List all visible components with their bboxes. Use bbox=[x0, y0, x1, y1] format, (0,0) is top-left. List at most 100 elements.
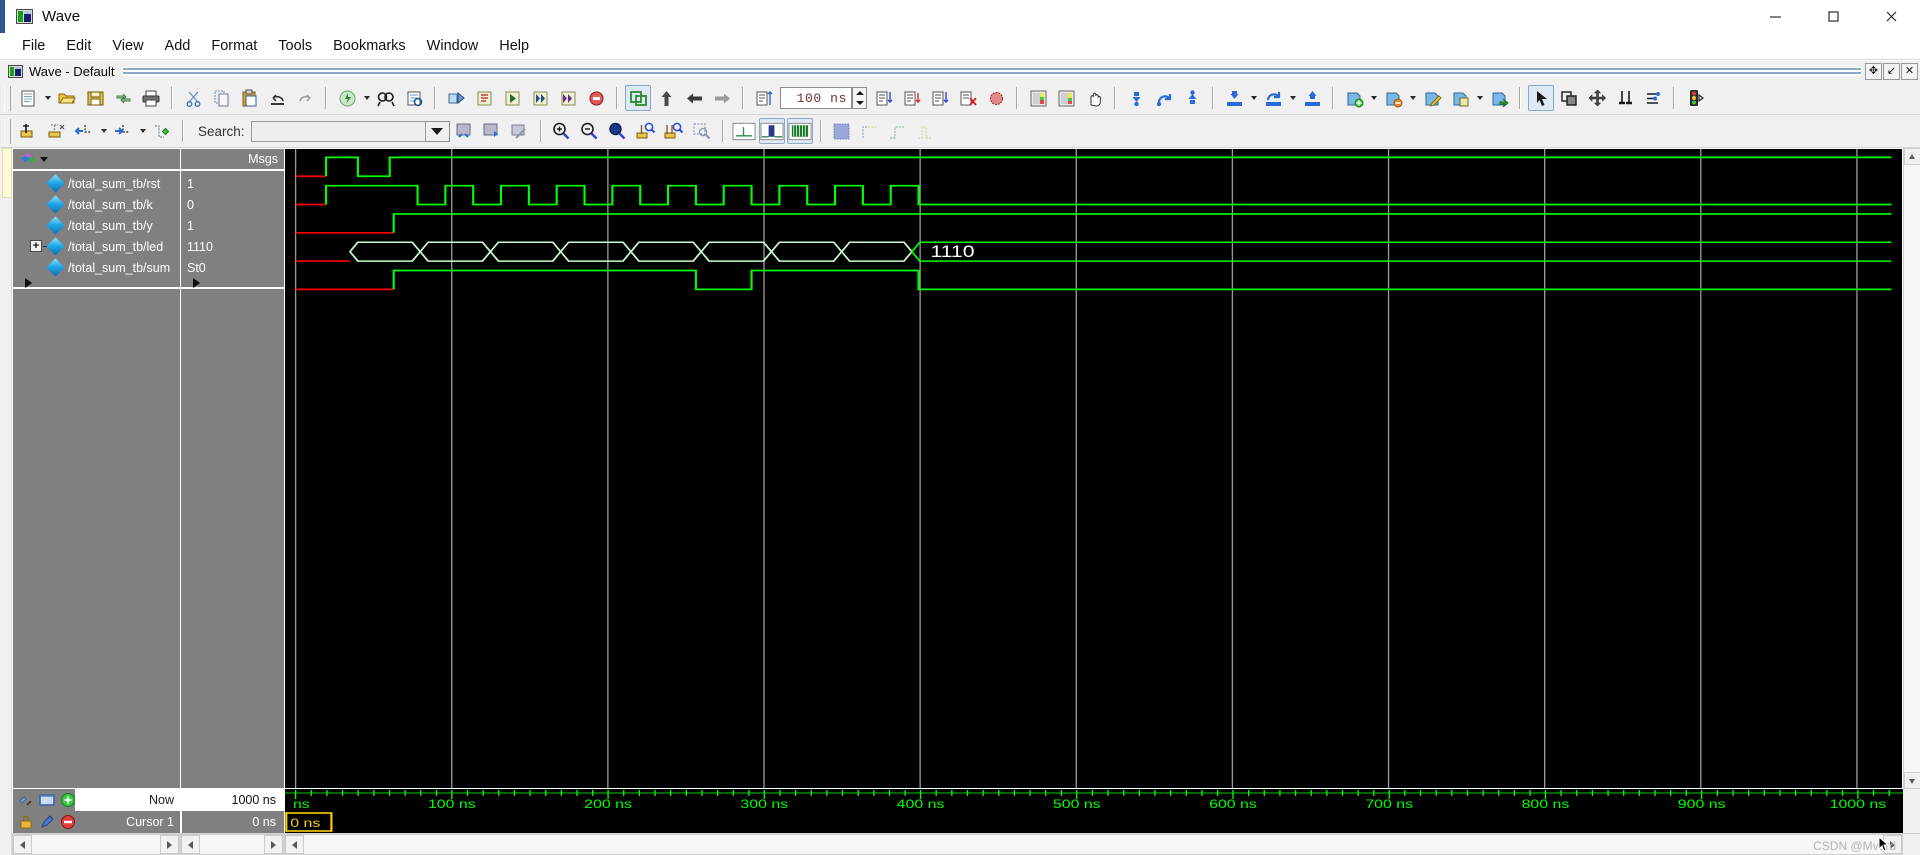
scroll-track[interactable] bbox=[200, 835, 264, 854]
wave-vertical-scrollbar[interactable] bbox=[1903, 148, 1920, 789]
menu-file[interactable]: File bbox=[12, 36, 55, 56]
step-forward-icon[interactable] bbox=[709, 85, 735, 111]
zoom-out-on-cursor-icon[interactable] bbox=[661, 118, 687, 144]
zoom-full-icon[interactable] bbox=[605, 118, 631, 144]
close-pane-button[interactable]: ✕ bbox=[1901, 63, 1918, 80]
assertions-icon[interactable] bbox=[1682, 85, 1708, 111]
coverage-save-icon[interactable] bbox=[1025, 85, 1051, 111]
scroll-up-button[interactable] bbox=[1903, 148, 1920, 165]
cursor-timeline[interactable]: 0 ns bbox=[284, 811, 1903, 833]
goto-first-icon[interactable] bbox=[1123, 85, 1149, 111]
find-in-files-icon[interactable] bbox=[401, 85, 427, 111]
scroll-track[interactable] bbox=[32, 835, 160, 854]
zoom-region-mode-icon[interactable] bbox=[1556, 85, 1582, 111]
toolbar-handle[interactable] bbox=[4, 85, 11, 111]
new-file-icon[interactable] bbox=[15, 85, 41, 111]
step-into-icon[interactable] bbox=[871, 85, 897, 111]
dataflow-loop-dropdown-icon[interactable] bbox=[1287, 85, 1298, 111]
previous-transition-dropdown-icon[interactable] bbox=[98, 118, 109, 144]
edit-cursor-icon[interactable] bbox=[39, 814, 55, 830]
pan-mode-icon[interactable] bbox=[1584, 85, 1610, 111]
menu-bookmarks[interactable]: Bookmarks bbox=[323, 36, 416, 56]
next-transition-dropdown-icon[interactable] bbox=[137, 118, 148, 144]
cursor-link-icon[interactable] bbox=[18, 792, 34, 808]
menu-format[interactable]: Format bbox=[201, 36, 267, 56]
signal-row-rst[interactable]: /total_sum_tb/rst bbox=[13, 173, 180, 194]
expand-time-at-cursor-icon[interactable] bbox=[857, 118, 883, 144]
dataflow-loop-icon[interactable] bbox=[1260, 85, 1286, 111]
toolbar-handle[interactable] bbox=[4, 118, 11, 144]
bookmark-add-icon[interactable] bbox=[1341, 85, 1367, 111]
coverage-reload-icon[interactable] bbox=[1053, 85, 1079, 111]
compile-dropdown-icon[interactable] bbox=[361, 85, 372, 111]
bookmark-delete-icon[interactable] bbox=[1380, 85, 1406, 111]
dataflow-down-icon[interactable] bbox=[1221, 85, 1247, 111]
open-file-icon[interactable] bbox=[54, 85, 80, 111]
search-dropdown-icon[interactable] bbox=[425, 120, 450, 142]
goto-next-transition-icon[interactable] bbox=[110, 118, 136, 144]
paste-icon[interactable] bbox=[236, 85, 262, 111]
maximize-button[interactable] bbox=[1804, 0, 1862, 33]
insert-cursor-icon[interactable] bbox=[15, 118, 41, 144]
minimize-button[interactable] bbox=[1746, 0, 1804, 33]
search-all-icon[interactable] bbox=[507, 118, 533, 144]
break-icon[interactable] bbox=[583, 85, 609, 111]
spinner-up-icon[interactable] bbox=[853, 88, 866, 98]
menu-add[interactable]: Add bbox=[155, 36, 201, 56]
compile-icon[interactable] bbox=[334, 85, 360, 111]
scroll-track[interactable] bbox=[1903, 165, 1920, 772]
pathname-dropdown-icon[interactable] bbox=[40, 157, 48, 162]
bookmark-add-dropdown-icon[interactable] bbox=[1368, 85, 1379, 111]
new-file-dropdown-icon[interactable] bbox=[42, 85, 53, 111]
scroll-left-button[interactable] bbox=[181, 835, 200, 854]
close-button[interactable] bbox=[1862, 0, 1920, 33]
value-pane-hscroll[interactable] bbox=[180, 834, 284, 855]
bookmark-goto-icon[interactable] bbox=[1486, 85, 1512, 111]
scroll-left-button[interactable] bbox=[13, 835, 32, 854]
bookmark-delete-dropdown-icon[interactable] bbox=[1407, 85, 1418, 111]
copy-icon[interactable] bbox=[208, 85, 234, 111]
bookmark-save-icon[interactable] bbox=[1447, 85, 1473, 111]
expanded-time-deltas-icon[interactable] bbox=[758, 118, 785, 144]
goto-previous-transition-icon[interactable] bbox=[71, 118, 97, 144]
scroll-left-button[interactable] bbox=[285, 835, 304, 854]
undock-button[interactable]: ↙ bbox=[1883, 63, 1900, 80]
hand-pan-icon[interactable] bbox=[1081, 85, 1107, 111]
scroll-right-button[interactable] bbox=[264, 835, 283, 854]
stop-step-icon[interactable] bbox=[955, 85, 981, 111]
lock-cursor-icon[interactable] bbox=[18, 814, 34, 830]
expanded-time-all-icon[interactable] bbox=[786, 118, 813, 144]
dataflow-up-icon[interactable] bbox=[1299, 85, 1325, 111]
scroll-track[interactable] bbox=[304, 835, 1883, 854]
continue-run-icon[interactable] bbox=[527, 85, 553, 111]
menu-tools[interactable]: Tools bbox=[268, 36, 322, 56]
name-pane-hscroll[interactable] bbox=[12, 834, 180, 855]
menu-view[interactable]: View bbox=[102, 36, 153, 56]
step-back-icon[interactable] bbox=[681, 85, 707, 111]
search-previous-icon[interactable] bbox=[451, 118, 477, 144]
signal-row-sum[interactable]: /total_sum_tb/sum bbox=[13, 257, 180, 278]
bookmark-edit-icon[interactable] bbox=[1419, 85, 1445, 111]
search-input[interactable] bbox=[250, 120, 426, 142]
restart-icon[interactable] bbox=[471, 85, 497, 111]
redo-icon[interactable] bbox=[292, 85, 318, 111]
find-icon[interactable] bbox=[373, 85, 399, 111]
find-falling-edge-icon[interactable] bbox=[149, 118, 175, 144]
menu-window[interactable]: Window bbox=[417, 36, 489, 56]
zoom-mode-icon[interactable] bbox=[689, 118, 715, 144]
expand-bus-icon[interactable]: + bbox=[30, 240, 42, 252]
reload-icon[interactable] bbox=[110, 85, 136, 111]
bookmark-save-dropdown-icon[interactable] bbox=[1474, 85, 1485, 111]
step-out-icon[interactable] bbox=[653, 85, 679, 111]
wave-pane-hscroll[interactable] bbox=[284, 834, 1903, 855]
restore-down-button[interactable]: ✥ bbox=[1865, 63, 1882, 80]
run-length-icon[interactable] bbox=[751, 85, 777, 111]
run-time-spinner[interactable] bbox=[852, 87, 867, 109]
signal-row-k[interactable]: /total_sum_tb/k bbox=[13, 194, 180, 215]
dataflow-down-dropdown-icon[interactable] bbox=[1248, 85, 1259, 111]
step-out-of-icon[interactable] bbox=[927, 85, 953, 111]
scroll-right-button[interactable] bbox=[160, 835, 179, 854]
delete-cursor-icon[interactable] bbox=[43, 118, 69, 144]
signal-row-led[interactable]: + /total_sum_tb/led bbox=[13, 236, 180, 257]
zoom-in-icon[interactable] bbox=[549, 118, 575, 144]
